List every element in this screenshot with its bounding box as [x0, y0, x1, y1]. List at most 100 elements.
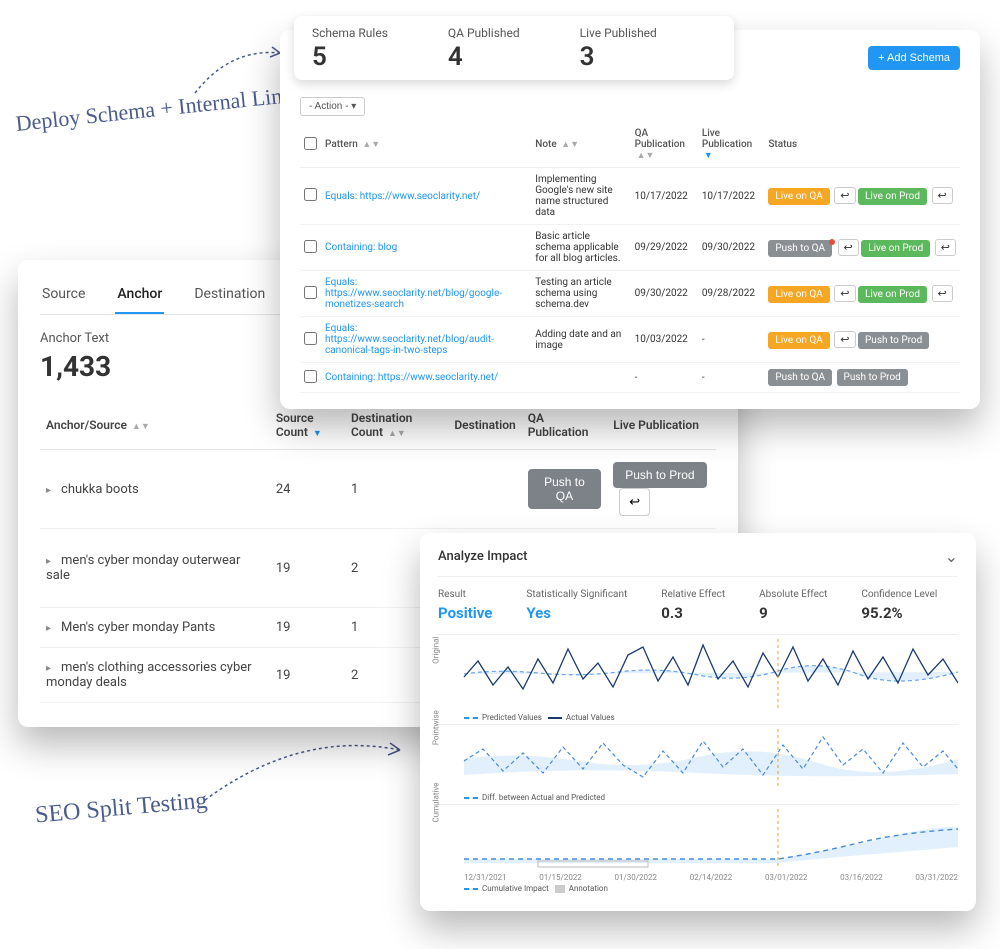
legend-original: Predicted Values Actual Values — [464, 713, 958, 722]
qa-date: 10/03/2022 — [631, 317, 698, 363]
qa-status-button[interactable]: Live on QA — [768, 332, 830, 349]
impact-metrics: Result Positive Statistically Significan… — [438, 589, 958, 622]
qa-date: 10/17/2022 — [631, 168, 698, 225]
metric-value: Yes — [526, 604, 627, 622]
qa-status-button[interactable]: Push to QA — [768, 369, 832, 386]
table-row: Containing: blog Basic article schema ap… — [300, 225, 960, 271]
schema-panel: Schema Rules 5 QA Published 4 Live Publi… — [280, 30, 980, 409]
prod-status-button[interactable]: Live on Prod — [861, 240, 930, 257]
destination-count: 1 — [345, 450, 448, 529]
qa-status-button[interactable]: Live on QA — [768, 188, 830, 205]
metric-label: Absolute Effect — [759, 589, 827, 600]
source-count: 19 — [270, 529, 345, 608]
metric-value: 9 — [759, 604, 827, 622]
live-date: 09/30/2022 — [698, 225, 765, 271]
push-to-qa-button[interactable]: Push to QA — [528, 469, 602, 509]
select-all-checkbox[interactable] — [304, 137, 317, 150]
pattern-link[interactable]: Equals: https://www.seoclarity.net/blog/… — [325, 323, 494, 356]
table-row: Equals: https://www.seoclarity.net/blog/… — [300, 271, 960, 317]
analyze-impact-title: Analyze Impact — [438, 549, 528, 564]
tab-anchor[interactable]: Anchor — [115, 280, 164, 314]
prod-status-button[interactable]: Push to Prod — [858, 332, 929, 349]
pattern-link[interactable]: Equals: https://www.seoclarity.net/blog/… — [325, 277, 502, 310]
metric-block: Statistically Significant Yes — [526, 589, 627, 622]
tab-source[interactable]: Source — [40, 280, 87, 314]
arrow-icon — [190, 38, 290, 98]
alert-dot-icon — [829, 239, 835, 245]
tab-destination[interactable]: Destination — [192, 280, 267, 314]
pattern-link[interactable]: Containing: https://www.seoclarity.net/ — [325, 372, 498, 383]
row-checkbox[interactable] — [304, 286, 317, 299]
metric-label: Result — [438, 589, 492, 600]
prod-status-button[interactable]: Live on Prod — [858, 188, 927, 205]
chart-original: Original — [438, 634, 958, 711]
row-checkbox[interactable] — [304, 370, 317, 383]
qa-date: 09/30/2022 — [631, 271, 698, 317]
qa-status-button[interactable]: Live on QA — [768, 286, 830, 303]
col-note[interactable]: Note ▲▼ — [531, 122, 630, 168]
row-checkbox[interactable] — [304, 188, 317, 201]
add-schema-button[interactable]: + Add Schema — [868, 46, 960, 70]
qa-date: - — [631, 363, 698, 393]
undo-button[interactable]: ↩ — [838, 239, 859, 256]
note-text: Implementing Google's new site name stru… — [531, 168, 630, 225]
undo-button[interactable]: ↩ — [935, 239, 956, 256]
anchor-text: chukka boots — [61, 482, 139, 497]
stat-label: Schema Rules — [312, 26, 388, 40]
expand-icon[interactable]: ▸ — [46, 556, 51, 567]
chevron-down-icon[interactable]: ⌄ — [945, 547, 958, 566]
legend-cumulative: Cumulative Impact Annotation — [464, 884, 958, 893]
col-qa[interactable]: QA Publication ▲▼ — [631, 122, 698, 168]
table-row: Equals: https://www.seoclarity.net/ Impl… — [300, 168, 960, 225]
arrow-icon — [200, 725, 410, 805]
prod-status-button[interactable]: Live on Prod — [858, 286, 927, 303]
row-checkbox[interactable] — [304, 240, 317, 253]
metric-label: Confidence Level — [861, 589, 937, 600]
x-tick: 03/01/2022 — [765, 873, 808, 882]
metric-label: Relative Effect — [661, 589, 725, 600]
schema-table: Pattern ▲▼ Note ▲▼ QA Publication ▲▼ Liv… — [300, 122, 960, 393]
metric-block: Confidence Level 95.2% — [861, 589, 937, 622]
live-date: 09/28/2022 — [698, 271, 765, 317]
metric-block: Result Positive — [438, 589, 492, 622]
x-tick: 03/31/2022 — [915, 873, 958, 882]
analyze-impact-panel: Analyze Impact ⌄ Result Positive Statist… — [420, 533, 976, 911]
x-tick: 03/16/2022 — [840, 873, 883, 882]
table-row: Equals: https://www.seoclarity.net/blog/… — [300, 317, 960, 363]
expand-icon[interactable]: ▸ — [46, 623, 51, 634]
col-status: Status — [764, 122, 960, 168]
col-pattern[interactable]: Pattern ▲▼ — [321, 122, 531, 168]
undo-button[interactable]: ↩ — [619, 488, 650, 516]
prod-button[interactable]: Push to Prod — [613, 462, 706, 488]
pattern-link[interactable]: Containing: blog — [325, 242, 397, 253]
expand-icon[interactable]: ▸ — [46, 485, 51, 496]
undo-button[interactable]: ↩ — [932, 285, 953, 302]
expand-icon[interactable]: ▸ — [46, 663, 51, 674]
action-dropdown[interactable]: - Action - ▾ — [300, 97, 365, 116]
chart-x-axis: 12/31/202101/15/202201/30/202202/14/2022… — [464, 873, 958, 882]
stat-block: Live Published 3 — [580, 26, 657, 72]
undo-button[interactable]: ↩ — [834, 285, 855, 302]
qa-status-button[interactable]: Push to QA — [768, 240, 832, 257]
metric-block: Relative Effect 0.3 — [661, 589, 725, 622]
live-date: - — [698, 363, 765, 393]
col-live[interactable]: Live Publication ▼ — [698, 122, 765, 168]
stat-block: QA Published 4 — [448, 26, 520, 72]
stat-block: Schema Rules 5 — [312, 26, 388, 72]
metric-value: 95.2% — [861, 604, 937, 622]
undo-button[interactable]: ↩ — [834, 331, 855, 348]
stat-label: QA Published — [448, 26, 520, 40]
x-tick: 01/15/2022 — [539, 873, 582, 882]
pattern-link[interactable]: Equals: https://www.seoclarity.net/ — [325, 191, 480, 202]
live-date: - — [698, 317, 765, 363]
stats-bar: Schema Rules 5 QA Published 4 Live Publi… — [294, 16, 734, 80]
undo-button[interactable]: ↩ — [834, 187, 855, 204]
row-checkbox[interactable] — [304, 332, 317, 345]
undo-button[interactable]: ↩ — [932, 187, 953, 204]
col-anchor[interactable]: Anchor/Source ▲▼ — [40, 401, 270, 450]
metric-block: Absolute Effect 9 — [759, 589, 827, 622]
source-count: 19 — [270, 608, 345, 648]
chart-cumulative: Cumulative — [438, 804, 958, 871]
table-row: Containing: https://www.seoclarity.net/ … — [300, 363, 960, 393]
prod-status-button[interactable]: Push to Prod — [837, 369, 908, 386]
